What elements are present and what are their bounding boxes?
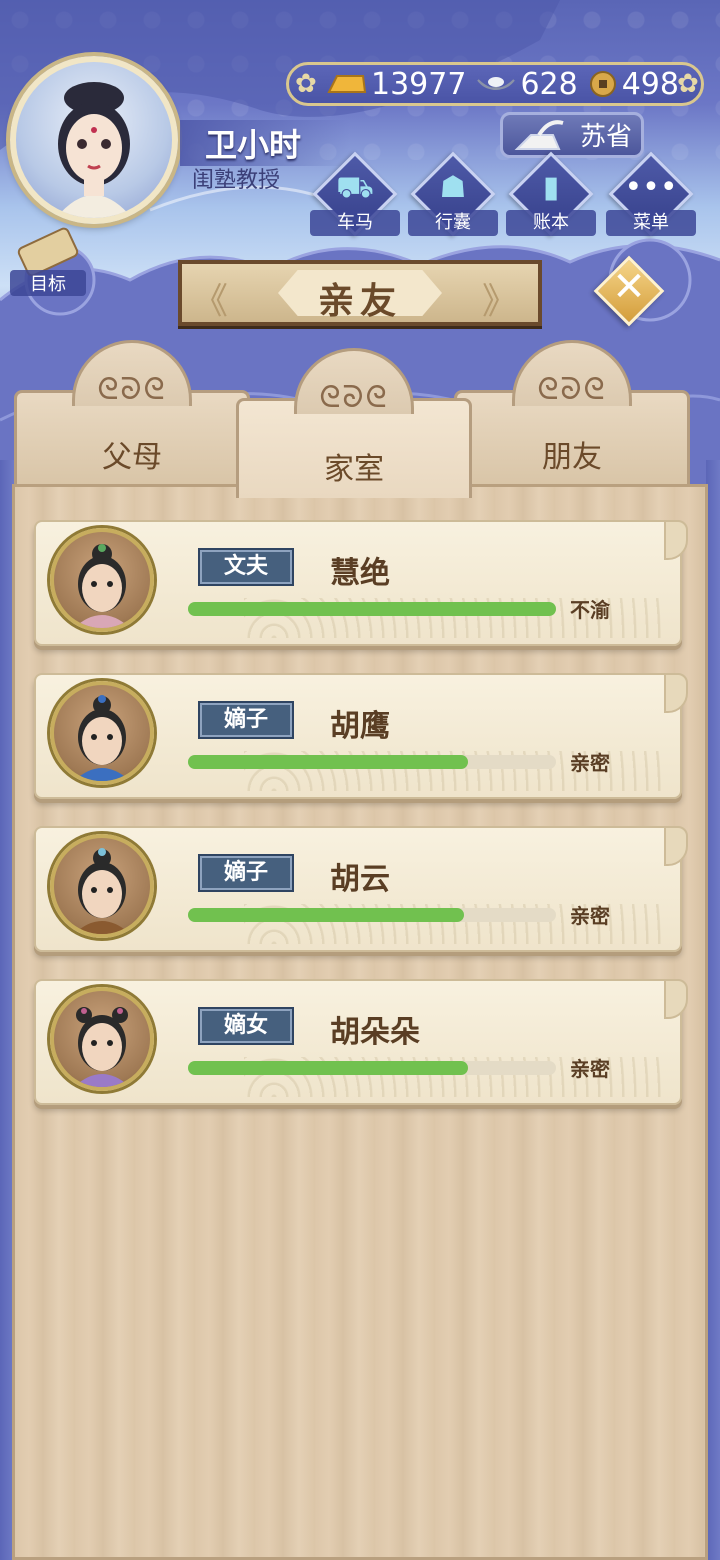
coin-value: 498 (621, 66, 679, 102)
copper-coin-icon (589, 71, 616, 97)
game-screen: 卫小时 闺塾教授 ✿ 13977 628 498 ✿ 苏省 ⛟ 车马 ☗ 行囊 … (0, 0, 720, 1560)
close-icon: ✕ (612, 264, 646, 310)
tab-friends-label: 朋友 (542, 440, 602, 475)
son-portrait-icon (74, 695, 130, 781)
tab-family-label: 家室 (324, 452, 384, 487)
member-name: 慧绝 (330, 556, 390, 591)
affinity-fill (188, 1061, 468, 1075)
relation-badge: 嫡子 (198, 854, 294, 892)
right-border (706, 460, 720, 1560)
daughter-portrait-icon (74, 1007, 130, 1087)
player-title: 闺塾教授 (192, 168, 281, 193)
member-name: 胡鹰 (330, 709, 390, 744)
affinity-bar (188, 908, 556, 922)
card-curl (664, 979, 688, 1019)
player-avatar[interactable] (10, 56, 178, 224)
card-curl (664, 673, 688, 713)
member-card[interactable]: 文夫 慧绝 不渝 (34, 520, 688, 652)
carriage-button[interactable]: ⛟ 车马 (310, 151, 400, 238)
gold-counter[interactable]: 13977 (325, 67, 466, 102)
carriage-label: 车马 (310, 210, 400, 236)
member-card[interactable]: 嫡子 胡鹰 亲密 (34, 673, 688, 805)
member-name: 胡云 (330, 862, 390, 897)
location-label: 苏省 (580, 122, 633, 152)
cloud-swirl-icon: ᘓᘐᘓ (97, 372, 167, 407)
bamboo-left-icon: ✿ (295, 69, 317, 99)
ledger-button[interactable]: ▮ 账本 (506, 151, 596, 238)
bag-label: 行囊 (408, 210, 498, 236)
tab-parents[interactable]: ᘓᘐᘓ 父母 (14, 340, 250, 490)
cloud-swirl-icon: ᘓᘐᘓ (319, 380, 389, 415)
tab-family[interactable]: ᘓᘐᘓ 家室 (236, 348, 472, 498)
affinity-status: 亲密 (570, 751, 610, 775)
member-avatar[interactable] (50, 834, 154, 938)
gold-bar-icon (327, 75, 367, 93)
affinity-fill (188, 602, 556, 616)
bag-icon: ☗ (439, 170, 467, 205)
affinity-status: 亲密 (570, 1057, 610, 1081)
currency-bar: ✿ 13977 628 498 ✿ (286, 62, 704, 106)
more-icon: ••• (624, 170, 678, 205)
player-name: 卫小时 (205, 126, 302, 164)
relation-badge: 嫡子 (198, 701, 294, 739)
husband-portrait-icon (74, 544, 130, 628)
affinity-bar (188, 755, 556, 769)
member-card[interactable]: 嫡女 胡朵朵 亲密 (34, 979, 688, 1111)
gold-value: 13977 (371, 66, 467, 102)
cloud-swirl-icon: ᘓᘐᘓ (537, 372, 607, 407)
son-portrait-icon (74, 848, 130, 934)
member-name: 胡朵朵 (330, 1015, 420, 1050)
more-label: 菜单 (606, 210, 696, 236)
affinity-status: 亲密 (570, 904, 610, 928)
coin-counter[interactable]: 498 (588, 67, 679, 102)
silver-value: 628 (520, 66, 578, 102)
silver-counter[interactable]: 628 (476, 66, 578, 102)
tab-friends[interactable]: ᘓᘐᘓ 朋友 (454, 340, 690, 490)
carriage-icon: ⛟ (336, 170, 374, 205)
affinity-bar (188, 1061, 556, 1075)
ledger-icon: ▮ (542, 170, 560, 205)
tab-parents-label: 父母 (102, 440, 162, 475)
affinity-fill (188, 755, 468, 769)
relation-badge: 嫡女 (198, 1007, 294, 1045)
iron-icon (514, 120, 564, 150)
relation-badge: 文夫 (198, 548, 294, 586)
ledger-label: 账本 (506, 210, 596, 236)
affinity-bar (188, 602, 556, 616)
affinity-status: 不渝 (570, 598, 610, 622)
silver-ingot-icon (477, 77, 516, 90)
card-curl (664, 520, 688, 560)
bag-button[interactable]: ☗ 行囊 (408, 151, 498, 238)
member-avatar[interactable] (50, 528, 154, 632)
member-avatar[interactable] (50, 681, 154, 785)
bamboo-right-icon: ✿ (677, 69, 699, 99)
card-curl (664, 826, 688, 866)
player-portrait-icon (56, 82, 132, 218)
more-menu-button[interactable]: ••• 菜单 (606, 151, 696, 238)
affinity-fill (188, 908, 464, 922)
member-card[interactable]: 嫡子 胡云 亲密 (34, 826, 688, 958)
member-avatar[interactable] (50, 987, 154, 1091)
